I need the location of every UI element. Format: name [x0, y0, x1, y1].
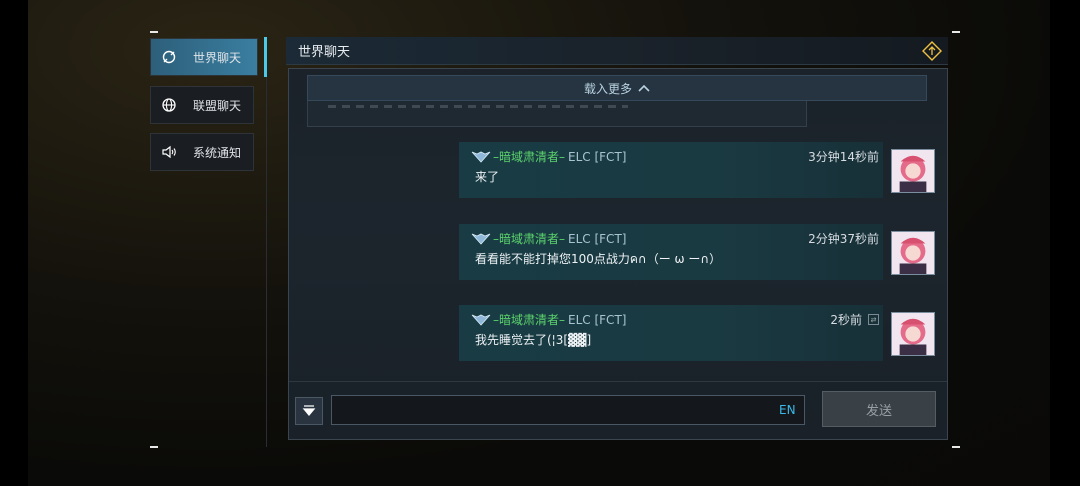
tab-alliance-chat[interactable]: 联盟聊天 [150, 86, 254, 124]
sender-name[interactable]: –暗域肃清者– [493, 311, 565, 328]
chat-message[interactable]: –暗域肃清者– ELC [FCT] 3分钟14秒前 来了 [459, 142, 883, 198]
sender-name[interactable]: –暗域肃清者– [493, 230, 565, 247]
input-language-toggle[interactable]: EN [779, 403, 796, 417]
rank-badge-icon [471, 151, 491, 163]
expand-panel-button[interactable] [295, 397, 323, 425]
chat-message[interactable]: –暗域肃清者– ELC [FCT] 2秒前 ⇄ 我先睡觉去了(¦3[▓▓] [459, 305, 883, 361]
corner-mark [150, 31, 158, 33]
message-time: 3分钟14秒前 [808, 150, 879, 164]
chat-message[interactable]: –暗域肃清者– ELC [FCT] 2分钟37秒前 看看能不能打掉您100点战力… [459, 224, 883, 280]
tab-system-notice[interactable]: 系统通知 [150, 133, 254, 171]
rank-badge-icon [471, 233, 491, 245]
message-text: 我先睡觉去了(¦3[▓▓] [475, 333, 592, 347]
load-more-button[interactable]: 载入更多 [307, 75, 927, 101]
corner-mark [150, 446, 158, 448]
sender-tag: ELC [FCT] [568, 312, 627, 327]
left-letterbox [0, 0, 28, 486]
chat-cycle-icon [161, 49, 177, 65]
globe-icon [161, 97, 177, 113]
page-title: 世界聊天 [298, 45, 351, 60]
tab-world-chat[interactable]: 世界聊天 [150, 38, 258, 76]
chat-input[interactable] [331, 395, 805, 425]
right-letterbox [1050, 0, 1080, 486]
chat-header: 世界聊天 [286, 37, 948, 65]
avatar[interactable] [891, 149, 935, 193]
message-text: 看看能不能打掉您100点战力ค∩（ー ω ー∩） [475, 252, 722, 266]
sidebar-divider [266, 77, 267, 447]
corner-mark [952, 446, 960, 448]
chat-panel[interactable]: 载入更多 –暗域肃清者– ELC [FCT] 3分钟14秒前 来了 –暗域肃清者… [288, 68, 948, 440]
active-tab-indicator [264, 37, 267, 77]
avatar[interactable] [891, 312, 935, 356]
load-more-label: 载入更多 [583, 81, 632, 96]
avatar[interactable] [891, 231, 935, 275]
sender-name[interactable]: –暗域肃清者– [493, 148, 565, 165]
message-text: 来了 [475, 170, 500, 184]
tab-label: 世界聊天 [193, 50, 242, 65]
rank-badge-icon [471, 314, 491, 326]
translate-icon[interactable]: ⇄ [868, 314, 879, 325]
message-time: 2分钟37秒前 [808, 232, 879, 246]
chevron-down-icon [302, 405, 316, 417]
tab-label: 联盟聊天 [193, 98, 242, 113]
divider [289, 381, 947, 382]
chevron-up-icon [638, 84, 650, 92]
tab-label: 系统通知 [193, 145, 242, 160]
speaker-icon [161, 144, 177, 160]
diamond-arrow-icon[interactable] [922, 41, 942, 61]
sender-tag: ELC [FCT] [568, 231, 627, 246]
message-time: 2秒前 ⇄ [830, 311, 879, 328]
send-button[interactable]: 发送 [822, 391, 936, 427]
corner-mark [952, 31, 960, 33]
sender-tag: ELC [FCT] [568, 149, 627, 164]
previous-message-fragment [307, 101, 807, 127]
